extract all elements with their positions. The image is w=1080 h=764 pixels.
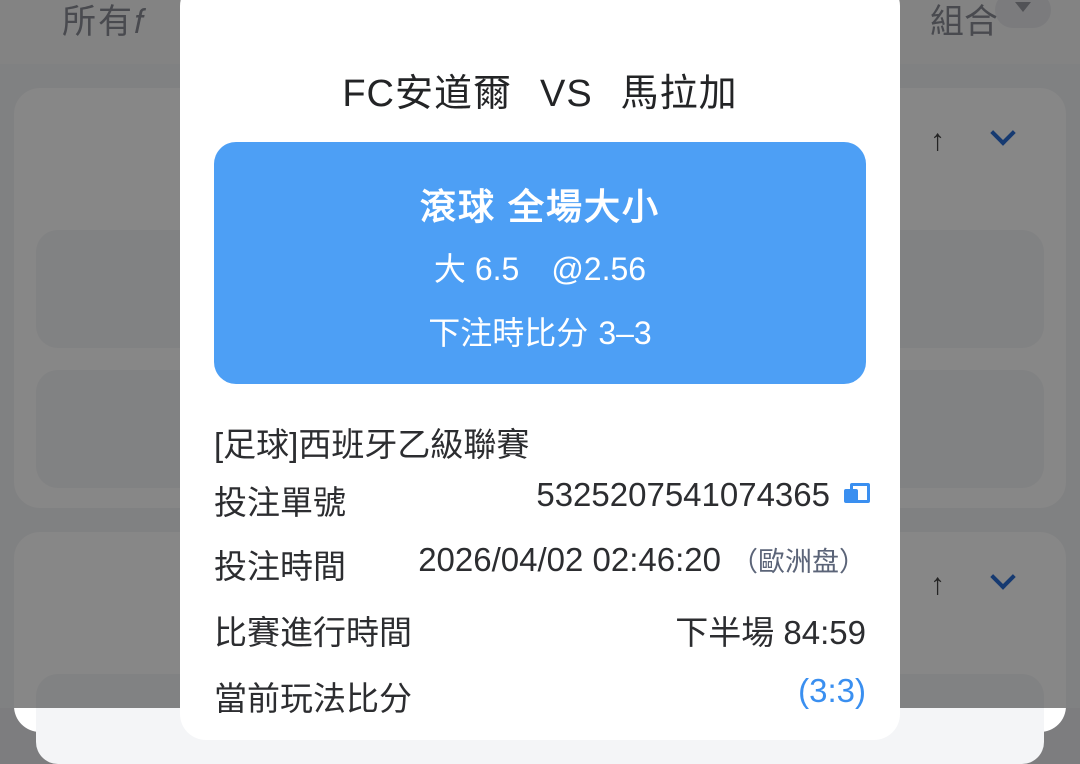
bet-selection-line: 大 6.5 @2.56 [214,244,866,290]
bet-number-row: 投注單號 5325207541074365 [214,476,870,521]
bet-number-label: 投注單號 [214,484,346,521]
home-team: FC安道爾 [342,73,512,115]
bet-score-line: 下注時比分 3–3 [214,308,866,354]
odds-region: （歐洲盘） [731,547,866,577]
bet-score-label: 下注時比分 [428,315,589,351]
league-name: [足球]西班牙乙級聯賽 [214,426,530,463]
match-time-label: 比賽進行時間 [214,614,412,651]
match-time: 下半場 84:59 [675,614,866,651]
away-team: 馬拉加 [620,73,738,115]
vs-label: VS [539,73,593,115]
bet-type: 滾球 全場大小 [419,186,660,227]
current-score: (3:3) [798,672,866,709]
bet-number: 5325207541074365 [536,476,830,513]
bet-time-value-wrap: 2026/04/02 02:46:20 （歐洲盘） [418,540,866,579]
bet-time-label: 投注時間 [214,548,346,585]
bet-odds: @2.56 [551,251,647,287]
match-time-row: 比賽進行時間 下半場 84:59 [214,606,866,651]
bet-selection: 大 6.5 [433,251,520,287]
bet-score: 3–3 [598,315,652,351]
bet-summary-box: 滾球 全場大小 大 6.5 @2.56 下注時比分 3–3 [214,142,866,384]
current-score-label: 當前玩法比分 [214,680,412,717]
bet-time-row: 投注時間 2026/04/02 02:46:20 （歐洲盘） [214,540,866,585]
bet-number-value-wrap: 5325207541074365 [536,476,870,514]
bet-detail-modal: FC安道爾 VS 馬拉加 滾球 全場大小 大 6.5 @2.56 下注時比分 3–3 [… [180,0,900,740]
current-score-row: 當前玩法比分 (3:3) [214,672,866,717]
match-title: FC安道爾 VS 馬拉加 [180,62,900,117]
bet-time: 2026/04/02 02:46:20 [418,541,721,578]
copy-icon[interactable] [844,483,870,505]
